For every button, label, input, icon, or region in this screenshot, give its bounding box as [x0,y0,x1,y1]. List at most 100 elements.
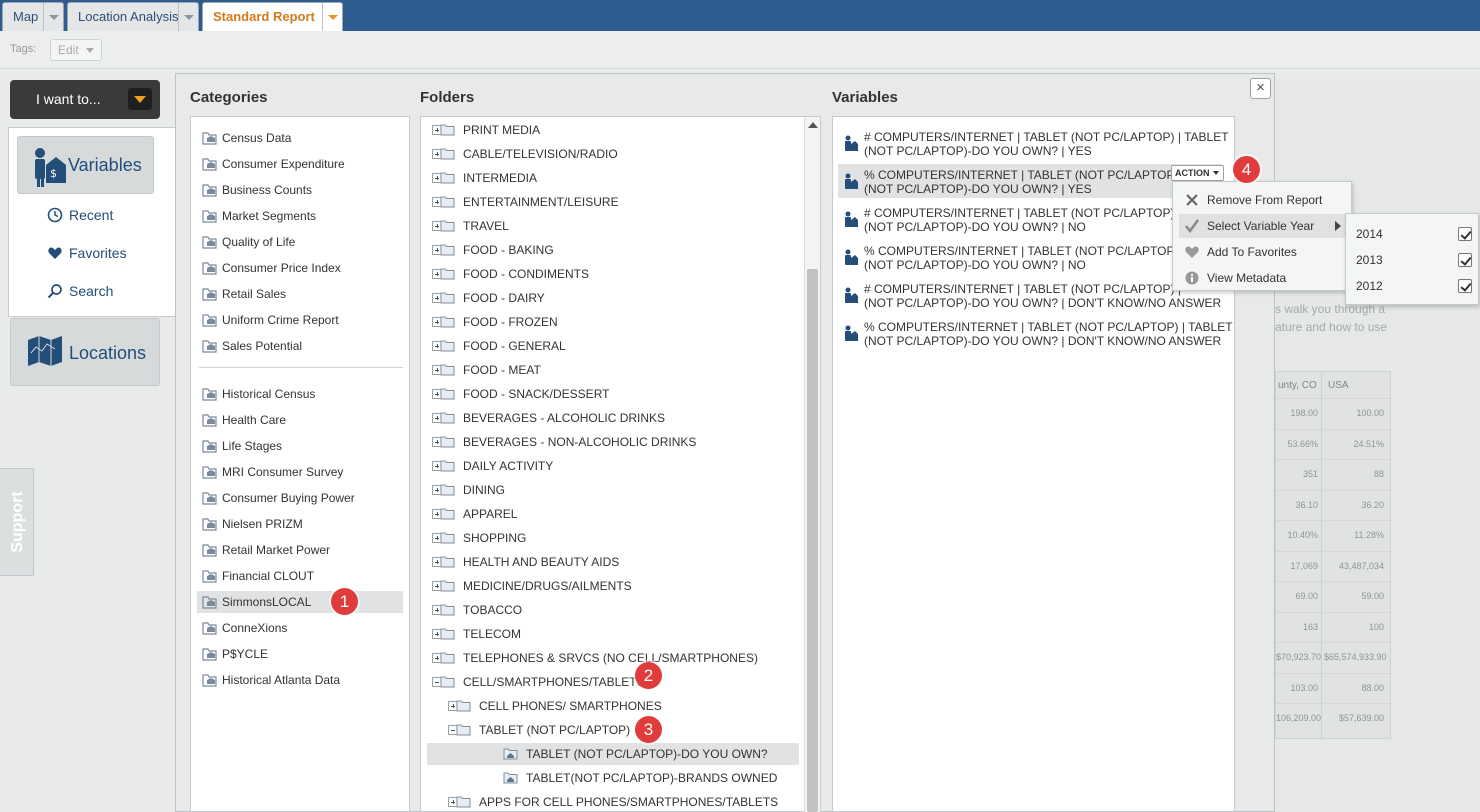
category-item[interactable]: Life Stages [197,435,403,457]
variable-label-line2: (NOT PC/LAPTOP)-DO YOU OWN? | NO [864,258,1086,272]
variable-row[interactable]: % COMPUTERS/INTERNET | TABLET (NOT PC/LA… [838,316,1233,350]
year-checkbox[interactable] [1458,253,1472,267]
category-label: Historical Atlanta Data [222,673,341,687]
menu-remove-from-report[interactable]: Remove From Report [1179,188,1347,212]
menu-select-variable-year[interactable]: Select Variable Year [1179,214,1347,238]
category-item[interactable]: Market Segments [197,205,403,227]
folder-item[interactable]: CABLE/TELEVISION/RADIO [427,143,799,165]
category-item[interactable]: Retail Sales [197,283,403,305]
folder-item[interactable]: INTERMEDIA [427,167,799,189]
tab-location-analysis[interactable]: Location Analysis [67,2,199,31]
category-item[interactable]: Sales Potential [197,335,403,357]
nav-variables-button[interactable]: $ Variables [17,136,154,194]
folder-item[interactable]: FOOD - CONDIMENTS [427,263,799,285]
tab-map[interactable]: Map [2,2,64,31]
nav-recent[interactable]: Recent [47,205,113,225]
category-item[interactable]: Health Care [197,409,403,431]
folder-item[interactable]: BEVERAGES - NON-ALCOHOLIC DRINKS [427,431,799,453]
folder-item[interactable]: APPS FOR CELL PHONES/SMARTPHONES/TABLETS [427,791,799,811]
category-item[interactable]: Consumer Price Index [197,257,403,279]
folder-item[interactable]: ENTERTAINMENT/LEISURE [427,191,799,213]
folder-item[interactable]: FOOD - DAIRY [427,287,799,309]
folder-icon [440,364,455,376]
year-option[interactable]: 2013 [1356,247,1472,273]
category-item[interactable]: Census Data [197,127,403,149]
chevron-down-icon[interactable] [178,3,198,31]
folder-item[interactable]: FOOD - GENERAL [427,335,799,357]
scroll-thumb[interactable] [807,269,818,812]
chevron-down-icon[interactable] [322,3,342,31]
folder-item[interactable]: PRINT MEDIA [427,119,799,141]
tags-edit-button[interactable]: Edit [50,39,102,61]
category-item[interactable]: Consumer Buying Power [197,487,403,509]
folder-item[interactable]: HEALTH AND BEAUTY AIDS [427,551,799,573]
folder-item[interactable]: FOOD - BAKING [427,239,799,261]
scroll-up-arrow-icon[interactable] [808,122,818,128]
folder-item[interactable]: TABLET (NOT PC/LAPTOP) [427,719,799,741]
category-item[interactable]: Business Counts [197,179,403,201]
category-item[interactable]: ConneXions [197,617,403,639]
category-item[interactable]: P$YCLE [197,643,403,665]
folder-item[interactable]: TABLET(NOT PC/LAPTOP)-BRANDS OWNED [427,767,799,789]
variable-label-line1: # COMPUTERS/INTERNET | TABLET (NOT PC/LA… [864,206,1181,220]
nav-search[interactable]: Search [47,281,113,301]
tab-standard-report[interactable]: Standard Report [202,2,343,31]
database-icon [202,262,217,275]
variable-row[interactable]: % COMPUTERS/INTERNET | TABLET (NOT PC/LA… [838,240,1222,274]
folder-label: SHOPPING [463,531,527,545]
category-item[interactable]: Nielsen PRIZM [197,513,403,535]
category-item[interactable]: Retail Market Power [197,539,403,561]
variable-row[interactable]: % COMPUTERS/INTERNET | TABLET (NOT PC/LA… [838,164,1222,198]
folders-scrollbar[interactable] [804,117,820,812]
chevron-down-icon[interactable] [43,3,63,31]
variable-row[interactable]: # COMPUTERS/INTERNET | TABLET (NOT PC/LA… [838,202,1222,236]
database-icon [202,544,217,557]
folder-item[interactable]: FOOD - SNACK/DESSERT [427,383,799,405]
action-button[interactable]: ACTION [1171,165,1224,181]
support-tab[interactable]: Support [0,468,34,576]
nav-locations-button[interactable]: Locations [10,318,160,386]
category-item[interactable]: Financial CLOUT [197,565,403,587]
category-item[interactable]: Consumer Expenditure [197,153,403,175]
folder-item[interactable]: DAILY ACTIVITY [427,455,799,477]
year-checkbox[interactable] [1458,227,1472,241]
category-item[interactable]: Quality of Life [197,231,403,253]
category-item[interactable]: Uniform Crime Report [197,309,403,331]
category-item[interactable]: Historical Census [197,383,403,405]
folder-item[interactable]: FOOD - MEAT [427,359,799,381]
folder-icon [440,220,455,232]
chevron-down-icon[interactable] [128,88,152,110]
folder-item[interactable]: BEVERAGES - ALCOHOLIC DRINKS [427,407,799,429]
folder-label: CELL/SMARTPHONES/TABLETS [463,675,645,689]
folder-label: BEVERAGES - NON-ALCOHOLIC DRINKS [463,435,697,449]
folder-item[interactable]: FOOD - FROZEN [427,311,799,333]
variable-row[interactable]: # COMPUTERS/INTERNET | TABLET (NOT PC/LA… [838,126,1229,160]
year-option[interactable]: 2012 [1356,273,1472,299]
folder-item[interactable]: TELECOM [427,623,799,645]
year-checkbox[interactable] [1458,279,1472,293]
folder-item[interactable]: SHOPPING [427,527,799,549]
folder-item[interactable]: TRAVEL [427,215,799,237]
year-option[interactable]: 2014 [1356,221,1472,247]
folder-item[interactable]: CELL PHONES/ SMARTPHONES [427,695,799,717]
folder-icon [440,676,455,688]
folder-item[interactable]: MEDICINE/DRUGS/AILMENTS [427,575,799,597]
folder-item[interactable]: CELL/SMARTPHONES/TABLETS [427,671,799,693]
close-icon [1186,194,1198,206]
category-item[interactable]: SimmonsLOCAL [197,591,403,613]
menu-view-metadata[interactable]: View Metadata [1179,266,1347,290]
variable-label-line2: (NOT PC/LAPTOP)-DO YOU OWN? | NO [864,220,1086,234]
category-item[interactable]: Historical Atlanta Data [197,669,403,691]
menu-add-to-favorites[interactable]: Add To Favorites [1179,240,1347,264]
folder-item[interactable]: TELEPHONES & SRVCS (NO CELL/SMARTPHONES) [427,647,799,669]
variable-row[interactable]: # COMPUTERS/INTERNET | TABLET (NOT PC/LA… [838,278,1222,312]
close-button[interactable]: × [1250,78,1271,99]
folder-item[interactable]: DINING [427,479,799,501]
folder-item[interactable]: APPAREL [427,503,799,525]
folder-label: TABLET (NOT PC/LAPTOP)-DO YOU OWN? [526,747,768,761]
nav-favorites[interactable]: Favorites [47,243,127,263]
folder-item[interactable]: TABLET (NOT PC/LAPTOP)-DO YOU OWN? [427,743,799,765]
folder-item[interactable]: TOBACCO [427,599,799,621]
category-item[interactable]: MRI Consumer Survey [197,461,403,483]
i-want-to-button[interactable]: I want to... [10,80,160,119]
